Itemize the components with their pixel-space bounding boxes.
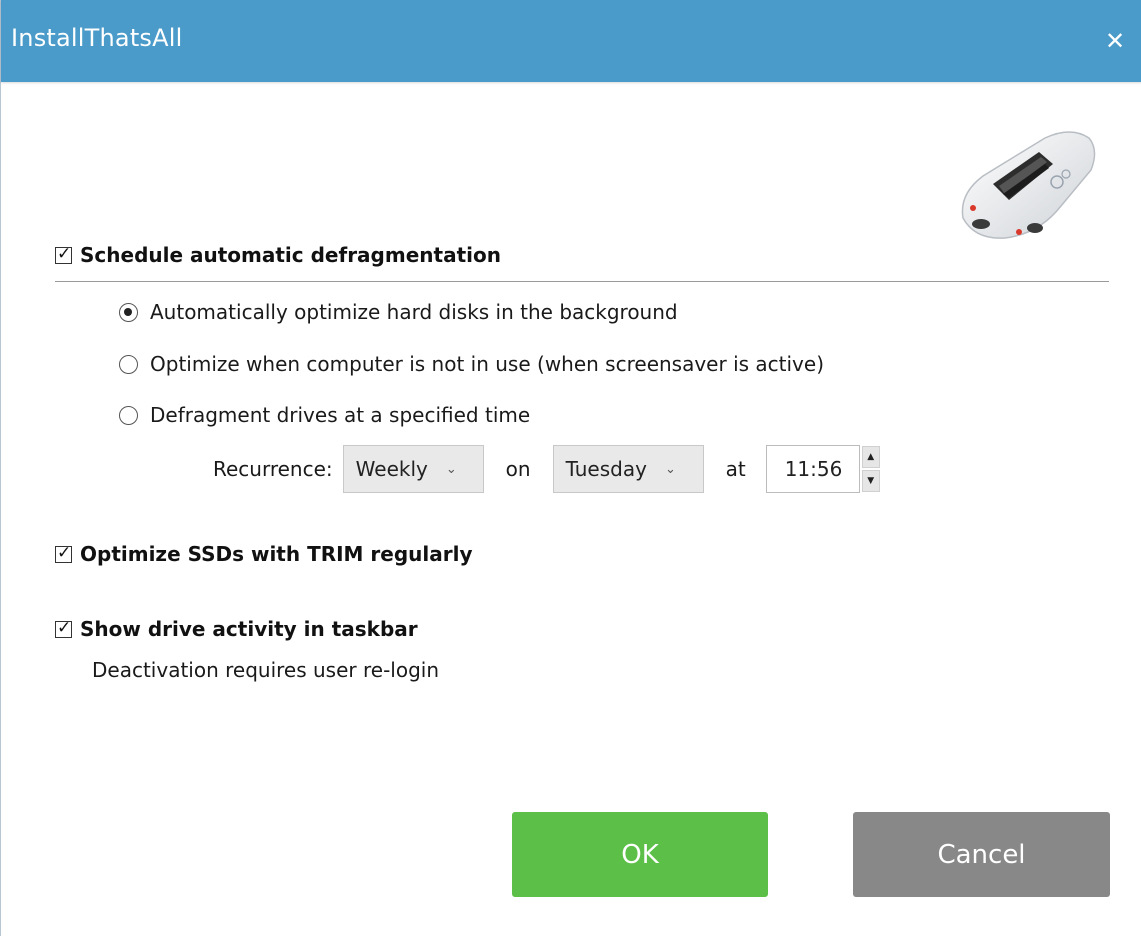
taskbar-activity-row[interactable]: ✓ Show drive activity in taskbar bbox=[55, 617, 418, 641]
spin-down-icon[interactable]: ▼ bbox=[861, 470, 880, 492]
ok-button[interactable]: OK bbox=[512, 812, 768, 897]
radio-option-specified-time[interactable]: Defragment drives at a specified time bbox=[119, 403, 530, 427]
check-icon: ✓ bbox=[57, 243, 72, 264]
schedule-defrag-checkbox[interactable]: ✓ bbox=[55, 243, 72, 264]
recurrence-value: Weekly bbox=[355, 457, 428, 481]
recurrence-row: Recurrence: Weekly ⌄ on Tuesday ⌄ at 11:… bbox=[213, 443, 880, 495]
recurrence-label: Recurrence: bbox=[213, 457, 333, 481]
radio-option-background[interactable]: Automatically optimize hard disks in the… bbox=[119, 300, 678, 324]
chevron-down-icon: ⌄ bbox=[664, 461, 676, 477]
close-icon[interactable]: ✕ bbox=[1100, 26, 1130, 56]
radio-button[interactable] bbox=[119, 354, 138, 374]
radio-button-selected[interactable] bbox=[119, 302, 138, 322]
car-logo bbox=[961, 131, 1096, 239]
day-dropdown[interactable]: Tuesday ⌄ bbox=[552, 445, 704, 493]
recurrence-dropdown[interactable]: Weekly ⌄ bbox=[342, 445, 484, 493]
time-spinner: ▲ ▼ bbox=[861, 446, 880, 492]
ssd-trim-label: Optimize SSDs with TRIM regularly bbox=[80, 542, 473, 566]
time-input[interactable]: 11:56 bbox=[765, 445, 860, 493]
settings-dialog: InstallThatsAll ✕ ✓ Schedule automatic d… bbox=[0, 0, 1141, 936]
radio-label: Optimize when computer is not in use (wh… bbox=[150, 352, 824, 376]
radio-option-screensaver[interactable]: Optimize when computer is not in use (wh… bbox=[119, 352, 824, 376]
radio-label: Automatically optimize hard disks in the… bbox=[150, 300, 678, 324]
ssd-trim-checkbox[interactable]: ✓ bbox=[55, 542, 72, 563]
taskbar-activity-label: Show drive activity in taskbar bbox=[80, 617, 418, 641]
spin-up-icon[interactable]: ▲ bbox=[861, 446, 880, 468]
radio-button[interactable] bbox=[119, 405, 138, 425]
chevron-down-icon: ⌄ bbox=[445, 461, 457, 477]
window-title: InstallThatsAll bbox=[11, 24, 183, 52]
on-label: on bbox=[505, 457, 531, 481]
check-icon: ✓ bbox=[57, 617, 72, 638]
schedule-defrag-label: Schedule automatic defragmentation bbox=[80, 243, 501, 267]
taskbar-activity-checkbox[interactable]: ✓ bbox=[55, 617, 72, 638]
time-value: 11:56 bbox=[784, 457, 843, 481]
relogin-note: Deactivation requires user re-login bbox=[92, 658, 440, 682]
day-value: Tuesday bbox=[565, 457, 647, 481]
radio-label: Defragment drives at a specified time bbox=[150, 403, 531, 427]
title-bar: InstallThatsAll ✕ bbox=[1, 0, 1141, 82]
at-label: at bbox=[725, 457, 746, 481]
ssd-trim-row[interactable]: ✓ Optimize SSDs with TRIM regularly bbox=[55, 542, 473, 566]
section-divider bbox=[55, 281, 1109, 282]
schedule-defrag-row[interactable]: ✓ Schedule automatic defragmentation bbox=[55, 243, 501, 267]
check-icon: ✓ bbox=[57, 542, 72, 563]
cancel-button[interactable]: Cancel bbox=[853, 812, 1110, 897]
